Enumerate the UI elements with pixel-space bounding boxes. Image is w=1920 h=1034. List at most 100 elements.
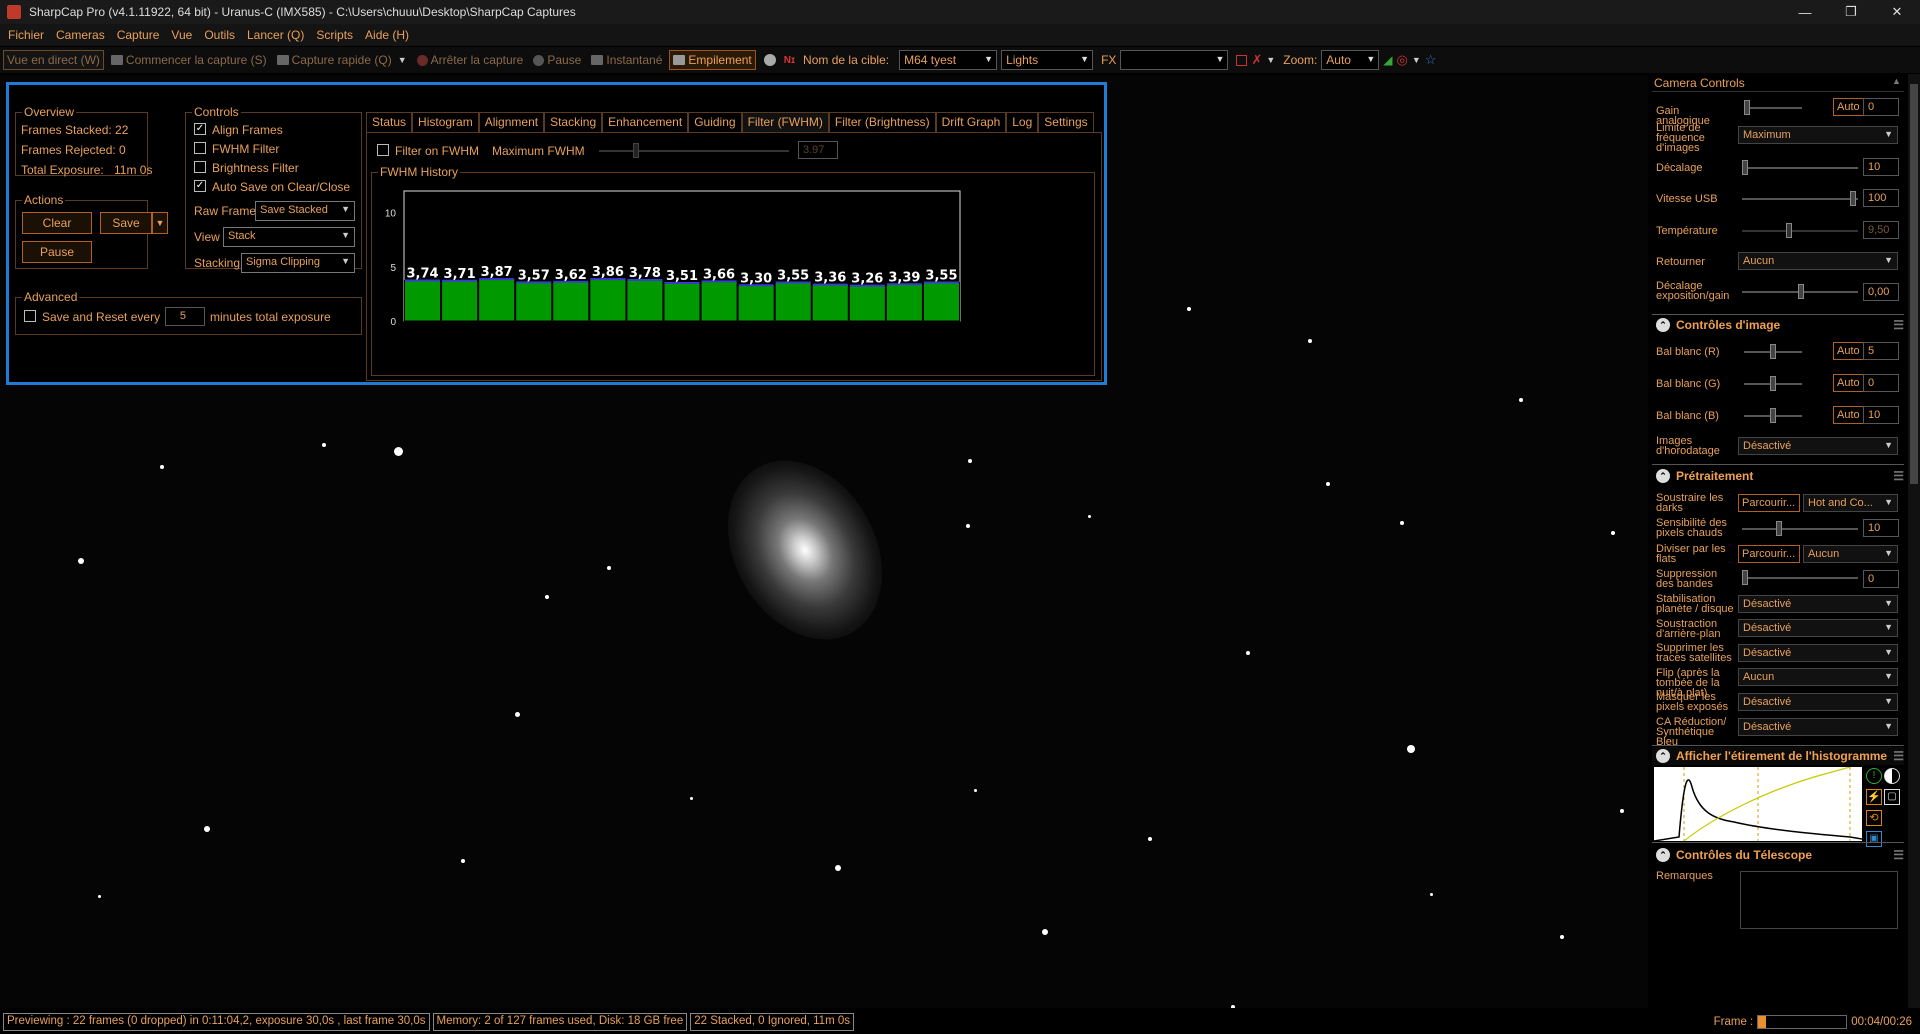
auto-save-checkbox[interactable]: ✓	[194, 180, 206, 192]
max-fwhm-value[interactable]: 3.97	[798, 141, 838, 159]
tab-settings[interactable]: Settings	[1038, 112, 1094, 132]
menu-capture[interactable]: Capture	[117, 28, 160, 42]
stacking-select[interactable]: Sigma Clipping ▼	[241, 253, 355, 273]
raw-frames-select[interactable]: Save Stacked ▼	[255, 201, 355, 221]
wb-red-slider-handle[interactable]	[1770, 344, 1776, 359]
wb-blue-slider[interactable]	[1744, 408, 1802, 423]
usb-speed-slider-handle[interactable]	[1850, 191, 1856, 206]
menu-vue[interactable]: Vue	[171, 28, 192, 42]
darks-select[interactable]: Hot and Co... ▼	[1803, 494, 1898, 512]
hot-pixel-slider-handle[interactable]	[1776, 521, 1782, 536]
save-icon[interactable]: ▣	[1866, 831, 1882, 847]
camera-controls-header[interactable]: Camera Controls	[1652, 74, 1904, 92]
tab-status[interactable]: Status	[366, 112, 413, 132]
reticle-icon[interactable]	[1236, 54, 1248, 66]
panel-scrollbar[interactable]	[1908, 74, 1920, 1008]
clear-button[interactable]: Clear	[22, 212, 92, 234]
offset-slider[interactable]	[1742, 160, 1858, 175]
menu-outils[interactable]: Outils	[204, 28, 235, 42]
hot-pixel-value[interactable]: 10	[1863, 519, 1899, 537]
gain-value[interactable]: 0	[1863, 98, 1899, 116]
wb-red-slider[interactable]	[1744, 344, 1802, 359]
tab-histogram[interactable]: Histogram	[412, 112, 479, 132]
align-frames-checkbox[interactable]: ✓	[194, 123, 206, 135]
tab-filter-brightness[interactable]: Filter (Brightness)	[828, 112, 936, 132]
flats-browse-button[interactable]: Parcourir...	[1738, 545, 1800, 563]
hot-pixel-slider[interactable]	[1742, 521, 1858, 536]
offset-value[interactable]: 10	[1863, 158, 1899, 176]
banding-value[interactable]: 0	[1863, 570, 1899, 588]
filter-on-fwhm-checkbox[interactable]	[377, 144, 389, 156]
wb-red-auto-button[interactable]: Auto	[1833, 342, 1864, 360]
fwhm-filter-checkbox[interactable]	[194, 142, 206, 154]
wb-red-value[interactable]: 5	[1863, 342, 1899, 360]
gain-slider-handle[interactable]	[1744, 100, 1750, 115]
stop-capture-button[interactable]: Arrêter la capture	[414, 50, 527, 70]
histogram-stretch-graph[interactable]	[1654, 767, 1862, 841]
tab-drift-graph[interactable]: Drift Graph	[935, 112, 1007, 132]
tab-alignment[interactable]: Alignment	[478, 112, 545, 132]
chevron-down-icon[interactable]: ▼	[1266, 55, 1275, 65]
histogram-header[interactable]: ⌃ Afficher l'étirement de l'histogramme ☰	[1652, 747, 1904, 765]
brightness-filter-checkbox[interactable]	[194, 161, 206, 173]
menu-fichier[interactable]: Fichier	[8, 28, 44, 42]
banding-slider[interactable]	[1742, 570, 1858, 585]
stabilization-select[interactable]: Désactivé ▼	[1738, 595, 1898, 613]
view-select[interactable]: Stack ▼	[223, 227, 355, 247]
contrast-icon[interactable]	[1884, 768, 1900, 784]
menu-scripts[interactable]: Scripts	[316, 28, 353, 42]
minutes-spinner[interactable]: 5	[165, 307, 205, 326]
flip-select[interactable]: Aucun ▼	[1738, 252, 1898, 270]
wb-blue-slider-handle[interactable]	[1770, 408, 1776, 423]
max-fwhm-slider[interactable]	[599, 143, 789, 158]
save-reset-checkbox[interactable]	[24, 310, 36, 322]
quick-capture-button[interactable]: Capture rapide (Q) ▼	[274, 50, 410, 70]
wb-green-value[interactable]: 0	[1863, 374, 1899, 392]
image-controls-header[interactable]: ⌃ Contrôles d'image ☰	[1652, 316, 1904, 334]
lock-icon[interactable]: ▢	[1884, 789, 1900, 805]
menu-aide[interactable]: Aide (H)	[365, 28, 409, 42]
exposure-gain-offset-slider-handle[interactable]	[1798, 284, 1804, 299]
tab-enhancement[interactable]: Enhancement	[602, 112, 689, 132]
menu-lancer[interactable]: Lancer (Q)	[247, 28, 304, 42]
live-stack-icon[interactable]	[763, 54, 776, 66]
menu-icon[interactable]: ☰	[1893, 749, 1904, 763]
ca-reduction-select[interactable]: Désactivé ▼	[1738, 718, 1898, 736]
panel-scrollbar-thumb[interactable]	[1910, 84, 1918, 484]
crosshair-icon[interactable]: ✗	[1251, 52, 1262, 68]
start-capture-button[interactable]: Commencer la capture (S)	[108, 50, 270, 70]
focus-icon[interactable]: ◎	[1397, 52, 1408, 68]
pause-stack-button[interactable]: Pause	[22, 241, 92, 263]
chevron-down-icon[interactable]: ▼	[1412, 55, 1421, 65]
tab-guiding[interactable]: Guiding	[688, 112, 742, 132]
save-button[interactable]: Save	[100, 212, 152, 234]
usb-speed-value[interactable]: 100	[1863, 189, 1899, 207]
notes-textarea[interactable]	[1740, 871, 1898, 929]
offset-slider-handle[interactable]	[1742, 160, 1748, 175]
menu-icon[interactable]: ☰	[1893, 318, 1904, 332]
save-options-chevron-icon[interactable]: ▼	[152, 212, 168, 234]
pause-button[interactable]: Pause	[530, 50, 584, 70]
fx-combo[interactable]: ▼	[1120, 50, 1229, 70]
tab-log[interactable]: Log	[1006, 112, 1039, 132]
flats-select[interactable]: Aucun ▼	[1803, 545, 1898, 563]
exposure-gain-offset-slider[interactable]	[1742, 284, 1858, 299]
gain-slider[interactable]	[1744, 100, 1802, 115]
target-name-combo[interactable]: M64 tyest ▼	[899, 50, 998, 70]
zoom-combo[interactable]: Auto ▼	[1321, 50, 1380, 70]
close-button[interactable]: ✕	[1874, 0, 1920, 24]
satellite-trails-select[interactable]: Désactivé ▼	[1738, 644, 1898, 662]
wb-green-auto-button[interactable]: Auto	[1833, 374, 1864, 392]
reset-icon[interactable]: ⟲	[1866, 810, 1882, 826]
collapse-icon[interactable]: ▲	[1892, 76, 1901, 86]
live-view-button[interactable]: Vue en direct (W)	[3, 50, 104, 70]
menu-icon[interactable]: ☰	[1893, 848, 1904, 862]
background-subtraction-select[interactable]: Désactivé ▼	[1738, 619, 1898, 637]
timestamp-select[interactable]: Désactivé ▼	[1738, 437, 1898, 455]
tab-stacking[interactable]: Stacking	[544, 112, 603, 132]
exposure-gain-offset-value[interactable]: 0,00	[1863, 283, 1899, 301]
wb-blue-value[interactable]: 10	[1863, 406, 1899, 424]
snapshot-button[interactable]: Instantané	[588, 50, 665, 70]
minimize-button[interactable]: —	[1782, 0, 1828, 24]
preprocessing-header[interactable]: ⌃ Prétraitement ☰	[1652, 467, 1904, 485]
